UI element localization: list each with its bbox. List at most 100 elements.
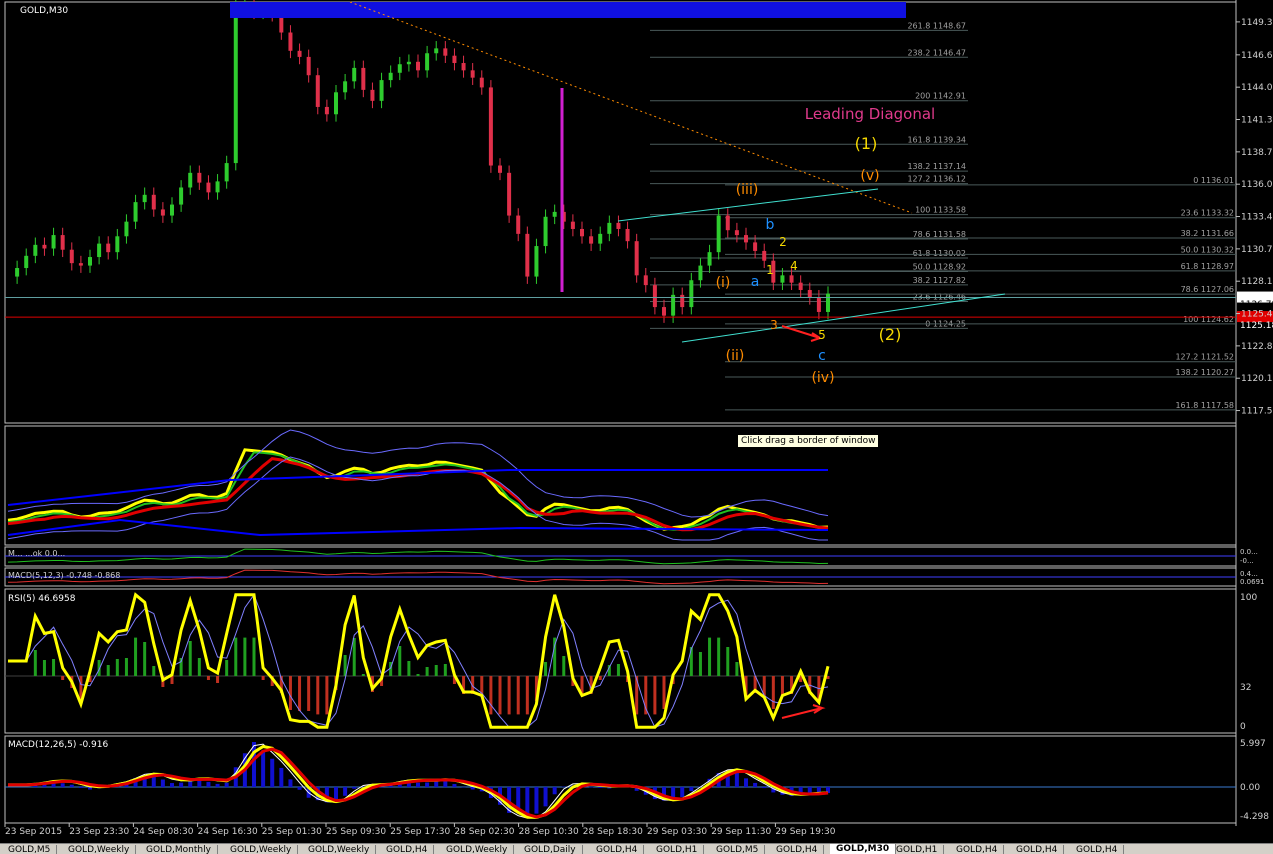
candle-body — [24, 256, 28, 268]
fib-level-label: 100 1133.58 — [915, 206, 966, 215]
wave-a-label: a — [751, 274, 760, 290]
macd-histogram-bar — [70, 785, 74, 787]
candle-body — [498, 166, 502, 173]
candle-body — [653, 285, 657, 307]
candle-body — [726, 216, 730, 231]
rsi-histogram-bar — [717, 638, 720, 676]
candle-body — [389, 73, 393, 80]
header-highlight-box — [230, 2, 906, 18]
candle-body — [717, 216, 721, 253]
time-tick-label: 28 Sep 10:30 — [519, 827, 579, 837]
rsi-histogram-bar — [325, 676, 328, 714]
price-tick-label: 1130.77 — [1241, 245, 1273, 255]
wave-n5-label: 5 — [818, 328, 826, 342]
fib-level-label-right: 38.2 1131.66 — [1181, 229, 1234, 238]
time-tick-label: 25 Sep 17:30 — [390, 827, 450, 837]
rsi-tick-0: 0 — [1240, 722, 1246, 732]
candle-body — [188, 173, 192, 188]
macd-histogram-bar — [452, 784, 456, 787]
candle-body — [662, 307, 666, 316]
candle-body — [826, 294, 830, 312]
candle-body — [462, 63, 466, 70]
price-tick-label: 1122.82 — [1241, 342, 1273, 352]
candle-body — [143, 195, 147, 202]
price-tick-label: 1144.02 — [1241, 83, 1273, 93]
time-tick-label: 28 Sep 18:30 — [583, 827, 643, 837]
rsi-histogram-bar — [207, 676, 210, 680]
macd-histogram-bar — [288, 779, 292, 787]
candle-body — [607, 223, 611, 234]
current-price-label: 1126.78 — [1240, 300, 1273, 310]
price-tick-label: 1138.72 — [1241, 148, 1273, 158]
macd-histogram-bar — [261, 750, 265, 787]
rsi-histogram-bar — [289, 676, 292, 710]
fib-level-label-right: 138.2 1120.27 — [1175, 368, 1234, 377]
fib-level-label-right: 61.8 1128.97 — [1181, 262, 1234, 271]
candle-body — [780, 275, 784, 282]
time-tick-label: 28 Sep 02:30 — [454, 827, 514, 837]
rsi-histogram-bar — [708, 638, 711, 676]
rsi-histogram-bar — [417, 674, 420, 676]
candle-body — [416, 62, 420, 71]
candle-body — [179, 187, 183, 204]
rsi-histogram-bar — [262, 676, 265, 680]
fib-level-label: 38.2 1127.82 — [913, 276, 966, 285]
rsi-histogram-bar — [599, 676, 602, 680]
candle-body — [398, 64, 402, 73]
fib-level-label: 61.8 1130.02 — [913, 249, 966, 258]
time-tick-label: 24 Sep 08:30 — [133, 827, 193, 837]
chart-root: 261.8 1148.67238.2 1146.47200 1142.91161… — [0, 0, 1273, 853]
macd-histogram-bar — [434, 782, 438, 787]
wave-n4-label: 4 — [790, 259, 798, 273]
price-tick-label: 1149.37 — [1241, 18, 1273, 28]
candle-body — [434, 48, 438, 53]
candle-body — [443, 48, 447, 55]
rsi-histogram-bar — [772, 676, 775, 709]
candle-body — [307, 57, 311, 75]
candle-body — [489, 87, 493, 165]
wave-i-label: (i) — [716, 275, 731, 291]
candle-body — [571, 222, 575, 229]
rsi-histogram-bar — [43, 660, 46, 676]
rsi-histogram-bar — [143, 642, 146, 676]
chart-tab-bar: GOLD,M5GOLD,WeeklyGOLD,MonthlyGOLD,Weekl… — [0, 843, 1273, 854]
candle-body — [352, 68, 356, 81]
time-tick-label: 24 Sep 16:30 — [198, 827, 258, 837]
rsi-histogram-bar — [34, 650, 37, 676]
candle-body — [343, 81, 347, 92]
candle-body — [680, 295, 684, 307]
macd-histogram-bar — [206, 782, 210, 787]
time-tick-label: 25 Sep 09:30 — [326, 827, 386, 837]
macd-small-right-1: 0.4... — [1240, 570, 1258, 578]
candle-body — [626, 229, 630, 241]
candle-body — [42, 245, 46, 249]
rsi-histogram-bar — [107, 665, 110, 676]
rsi-histogram-bar — [316, 676, 319, 714]
candle-body — [124, 222, 128, 237]
rsi-histogram-bar — [253, 638, 256, 676]
candle-body — [334, 92, 338, 114]
macd-histogram-bar — [61, 783, 65, 787]
rsi-histogram-bar — [243, 638, 246, 676]
time-tick-label: 29 Sep 03:30 — [647, 827, 707, 837]
macd-histogram-bar — [170, 783, 174, 787]
macd-histogram-bar — [416, 783, 420, 787]
candle-body — [544, 217, 548, 246]
candle-body — [316, 75, 320, 107]
macd-histogram-bar — [252, 742, 256, 787]
macd-histogram-bar — [762, 787, 766, 788]
candle-body — [106, 244, 110, 253]
time-tick-label: 23 Sep 2015 — [5, 827, 62, 837]
drag-border-tooltip: Click drag a border of window — [737, 434, 879, 448]
candle-body — [480, 78, 484, 88]
fib-level-label-right: 0 1136.01 — [1193, 176, 1234, 185]
candle-body — [580, 229, 584, 236]
rsi-histogram-bar — [362, 674, 365, 676]
macd-histogram-bar — [553, 787, 557, 794]
ind1-label: M... ...ok 0.0... — [8, 549, 65, 558]
fib-level-label: 261.8 1148.67 — [907, 21, 966, 30]
macd-histogram-bar — [744, 778, 748, 787]
ind1-right-value-1: 0.0... — [1240, 548, 1258, 556]
candle-body — [808, 290, 812, 297]
rsi-tick-32: 32 — [1240, 683, 1251, 693]
